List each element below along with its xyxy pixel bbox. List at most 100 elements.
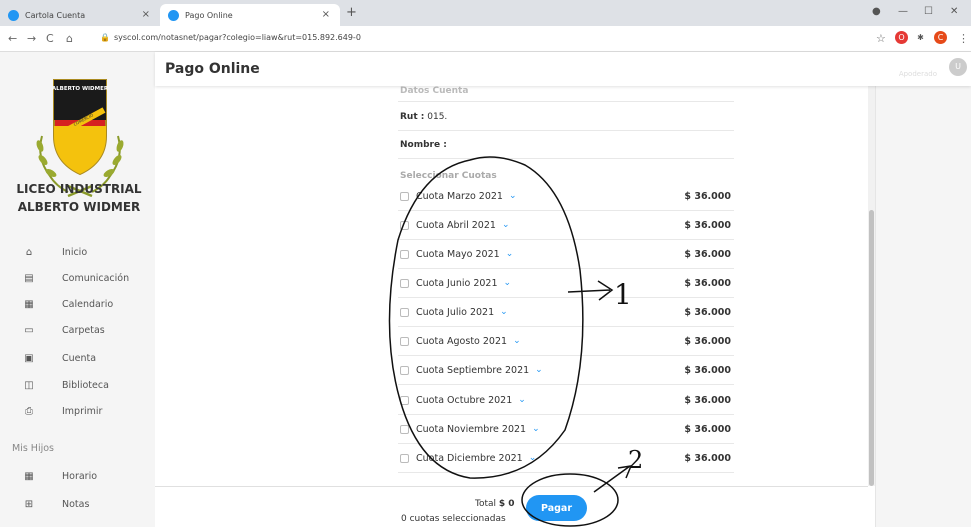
scrollbar-thumb[interactable]	[869, 210, 874, 486]
extension-opera-icon[interactable]: O	[895, 31, 908, 44]
chevron-down-icon[interactable]: ⌄	[502, 220, 510, 230]
browser-menu-icon[interactable]: ⋮	[958, 32, 969, 45]
installment-row[interactable]: Cuota Marzo 2021 ⌄ $ 36.000	[398, 182, 734, 211]
nav-item-calendario[interactable]: ▦ Calendario	[22, 294, 113, 314]
library-icon: ◫	[24, 379, 34, 391]
installment-label: Cuota Noviembre 2021	[416, 423, 527, 435]
schedule-icon: ▦	[24, 470, 34, 482]
chevron-down-icon[interactable]: ⌄	[509, 191, 517, 201]
chevron-down-icon[interactable]: ⌄	[532, 424, 540, 434]
installment-label: Cuota Agosto 2021	[416, 335, 508, 347]
tab-pago-online[interactable]: Pago Online ×	[160, 4, 340, 26]
installment-checkbox[interactable]	[400, 307, 409, 317]
installment-label: Cuota Junio 2021	[416, 277, 498, 289]
installment-label: Cuota Mayo 2021	[416, 248, 500, 260]
installment-checkbox[interactable]	[400, 424, 409, 434]
chevron-down-icon[interactable]: ⌄	[500, 307, 508, 317]
rut-row: Rut : 015.	[400, 112, 447, 122]
section-mis-hijos: Mis Hijos	[12, 443, 54, 454]
installment-row[interactable]: Cuota Mayo 2021 ⌄ $ 36.000	[398, 240, 734, 269]
installment-checkbox[interactable]	[400, 336, 409, 346]
nav-item-label: Cuenta	[62, 352, 97, 364]
chevron-down-icon[interactable]: ⌄	[535, 365, 543, 375]
chevron-down-icon[interactable]: ⌄	[529, 453, 537, 463]
divider	[398, 158, 734, 159]
nav-item-label: Carpetas	[62, 324, 105, 336]
installment-checkbox[interactable]	[400, 249, 409, 259]
nav-item-imprimir[interactable]: ⎙ Imprimir	[22, 401, 102, 421]
nav-item-carpetas[interactable]: ▭ Carpetas	[22, 320, 105, 340]
message-icon: ▤	[24, 272, 34, 284]
total-summary: Total $ 0	[475, 499, 515, 509]
installment-checkbox[interactable]	[400, 365, 409, 375]
nav-item-label: Horario	[62, 470, 98, 482]
rut-label: Rut :	[400, 112, 425, 122]
installment-amount: $ 36.000	[684, 306, 731, 318]
profile-dot-icon[interactable]: ●	[872, 6, 881, 17]
installment-row[interactable]: Cuota Julio 2021 ⌄ $ 36.000	[398, 298, 734, 327]
installment-checkbox[interactable]	[400, 220, 409, 230]
maximize-button[interactable]: ☐	[924, 6, 933, 17]
nav-item-cuenta[interactable]: ▣ Cuenta	[22, 348, 96, 368]
forward-button[interactable]: →	[27, 32, 36, 45]
site-favicon-icon	[8, 9, 19, 21]
avatar[interactable]: U	[949, 58, 967, 76]
minimize-button[interactable]: —	[898, 6, 908, 17]
home-icon: ⌂	[25, 246, 33, 258]
bookmark-star-icon[interactable]: ☆	[876, 32, 886, 45]
installment-row[interactable]: Cuota Diciembre 2021 ⌄ $ 36.000	[398, 444, 734, 473]
back-button[interactable]: ←	[8, 32, 17, 45]
installment-row[interactable]: Cuota Abril 2021 ⌄ $ 36.000	[398, 211, 734, 240]
nav-item-inicio[interactable]: ⌂ Inicio	[22, 242, 87, 262]
chevron-down-icon[interactable]: ⌄	[513, 336, 521, 346]
rut-value: 015.	[427, 112, 448, 122]
installment-row[interactable]: Cuota Septiembre 2021 ⌄ $ 36.000	[398, 356, 734, 385]
tab-cartola-cuenta[interactable]: Cartola Cuenta ×	[0, 4, 160, 26]
close-tab-icon[interactable]: ×	[322, 9, 330, 20]
installment-row[interactable]: Cuota Junio 2021 ⌄ $ 36.000	[398, 269, 734, 298]
installment-checkbox[interactable]	[400, 395, 409, 405]
payment-footer: Total $ 0 0 cuotas seleccionadas Pagar	[155, 486, 868, 527]
nav-item-label: Comunicación	[62, 272, 130, 284]
page-title: Pago Online	[165, 61, 260, 77]
pay-button[interactable]: Pagar	[526, 495, 587, 521]
site-favicon-icon	[168, 9, 179, 21]
installment-row[interactable]: Cuota Noviembre 2021 ⌄ $ 36.000	[398, 415, 734, 444]
tab-title: Cartola Cuenta	[25, 10, 86, 20]
logo-text: ALBERTO WIDMER	[52, 86, 109, 92]
tab-title: Pago Online	[185, 10, 233, 20]
installment-checkbox[interactable]	[400, 278, 409, 288]
installment-checkbox[interactable]	[400, 191, 409, 201]
url-field[interactable]: 🔒 syscol.com/notasnet/pagar?colegio=liaw&…	[100, 33, 361, 42]
school-name-line-1: LICEO INDUSTRIAL	[16, 182, 142, 196]
extension-puzzle-icon[interactable]: ✱	[914, 31, 927, 44]
divider	[398, 130, 734, 131]
installment-row[interactable]: Cuota Agosto 2021 ⌄ $ 36.000	[398, 327, 734, 356]
total-label: Total	[475, 499, 497, 509]
profile-avatar-icon[interactable]: C	[934, 31, 947, 44]
close-window-button[interactable]: ✕	[950, 6, 958, 17]
installment-amount: $ 36.000	[684, 452, 731, 464]
installment-label: Cuota Diciembre 2021	[416, 452, 523, 464]
nav-item-notas[interactable]: ⊞ Notas	[22, 494, 90, 514]
nav-item-label: Inicio	[62, 246, 88, 258]
nav-item-biblioteca[interactable]: ◫ Biblioteca	[22, 375, 109, 395]
installment-row[interactable]: Cuota Octubre 2021 ⌄ $ 36.000	[398, 386, 734, 415]
user-role[interactable]: Apoderado	[899, 70, 937, 78]
nav-item-comunicacion[interactable]: ▤ Comunicación	[22, 268, 129, 288]
nav-item-horario[interactable]: ▦ Horario	[22, 466, 97, 486]
url-text: syscol.com/notasnet/pagar?colegio=liaw&r…	[113, 33, 361, 42]
chevron-down-icon[interactable]: ⌄	[506, 249, 514, 259]
reload-button[interactable]: C	[46, 32, 54, 45]
name-row: Nombre :	[400, 140, 447, 150]
installment-checkbox[interactable]	[400, 453, 409, 463]
chevron-down-icon[interactable]: ⌄	[504, 278, 512, 288]
home-button[interactable]: ⌂	[66, 32, 73, 45]
nav-item-label: Notas	[62, 498, 90, 510]
close-tab-icon[interactable]: ×	[142, 9, 150, 20]
chevron-down-icon[interactable]: ⌄	[518, 395, 526, 405]
right-panel	[875, 52, 971, 527]
account-icon: ▣	[24, 352, 34, 364]
new-tab-button[interactable]: +	[346, 5, 357, 20]
select-installments-label: Seleccionar Cuotas	[400, 171, 497, 181]
